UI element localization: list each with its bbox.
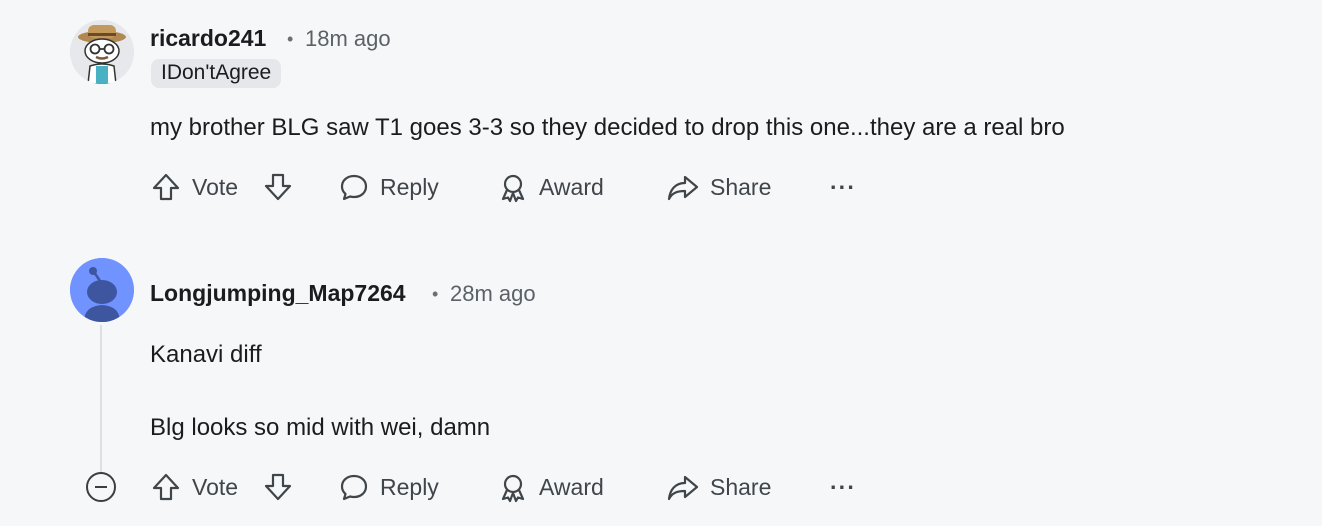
vote-label: Vote (192, 473, 239, 500)
share-button[interactable]: Share (666, 167, 771, 207)
default-snoo-avatar-image (70, 258, 134, 322)
downvote-icon (264, 173, 292, 201)
comment: ricardo241 • 18m ago IDon'tAgree my brot… (0, 0, 1322, 230)
timestamp[interactable]: 18m ago (305, 26, 391, 52)
upvote-icon (152, 473, 180, 501)
downvote-button[interactable] (262, 167, 294, 207)
collapse-thread-icon (95, 486, 107, 488)
more-options-button[interactable]: ··· (830, 467, 856, 507)
downvote-icon (264, 473, 292, 501)
meta-separator: • (432, 284, 439, 304)
share-arrow-icon (667, 475, 699, 501)
collapse-thread-button[interactable] (86, 472, 116, 502)
award-label: Award (539, 473, 604, 500)
upvote-button[interactable]: Vote (150, 467, 238, 507)
reply-button[interactable]: Reply (338, 467, 439, 507)
more-options-icon: ··· (830, 473, 856, 500)
award-icon (501, 474, 525, 503)
upvote-button[interactable]: Vote (150, 167, 238, 207)
avatar[interactable] (70, 20, 134, 84)
comment-bubble-icon (340, 174, 368, 201)
reply-label: Reply (380, 473, 439, 500)
share-button[interactable]: Share (666, 467, 771, 507)
comment-actions: Vote Reply Award Share ··· (150, 467, 870, 507)
award-button[interactable]: Award (497, 467, 604, 507)
avatar[interactable] (70, 258, 134, 322)
share-arrow-icon (667, 175, 699, 201)
timestamp[interactable]: 28m ago (450, 281, 536, 307)
upvote-icon (152, 173, 180, 201)
snoo-avatar-image (70, 20, 134, 84)
username[interactable]: Longjumping_Map7264 (150, 280, 406, 307)
vote-label: Vote (192, 173, 239, 200)
user-flair: IDon'tAgree (151, 59, 282, 88)
comment-body-line: Blg looks so mid with wei, damn (150, 414, 491, 441)
award-icon (501, 174, 525, 203)
meta-separator: • (287, 29, 294, 49)
award-button[interactable]: Award (497, 167, 604, 207)
reply-button[interactable]: Reply (338, 167, 439, 207)
reply-label: Reply (380, 173, 439, 200)
award-label: Award (539, 173, 604, 200)
more-options-icon: ··· (830, 173, 856, 200)
comment: Longjumping_Map7264 • 28m ago Kanavi dif… (0, 250, 1322, 526)
username[interactable]: ricardo241 (150, 25, 266, 52)
share-label: Share (710, 173, 772, 200)
downvote-button[interactable] (262, 467, 294, 507)
more-options-button[interactable]: ··· (830, 167, 856, 207)
share-label: Share (710, 473, 772, 500)
comment-bubble-icon (340, 474, 368, 501)
comment-actions: Vote Reply Award Share ··· (150, 167, 870, 207)
comment-body-line: Kanavi diff (150, 341, 262, 368)
comment-body-line: my brother BLG saw T1 goes 3-3 so they d… (150, 114, 1065, 141)
